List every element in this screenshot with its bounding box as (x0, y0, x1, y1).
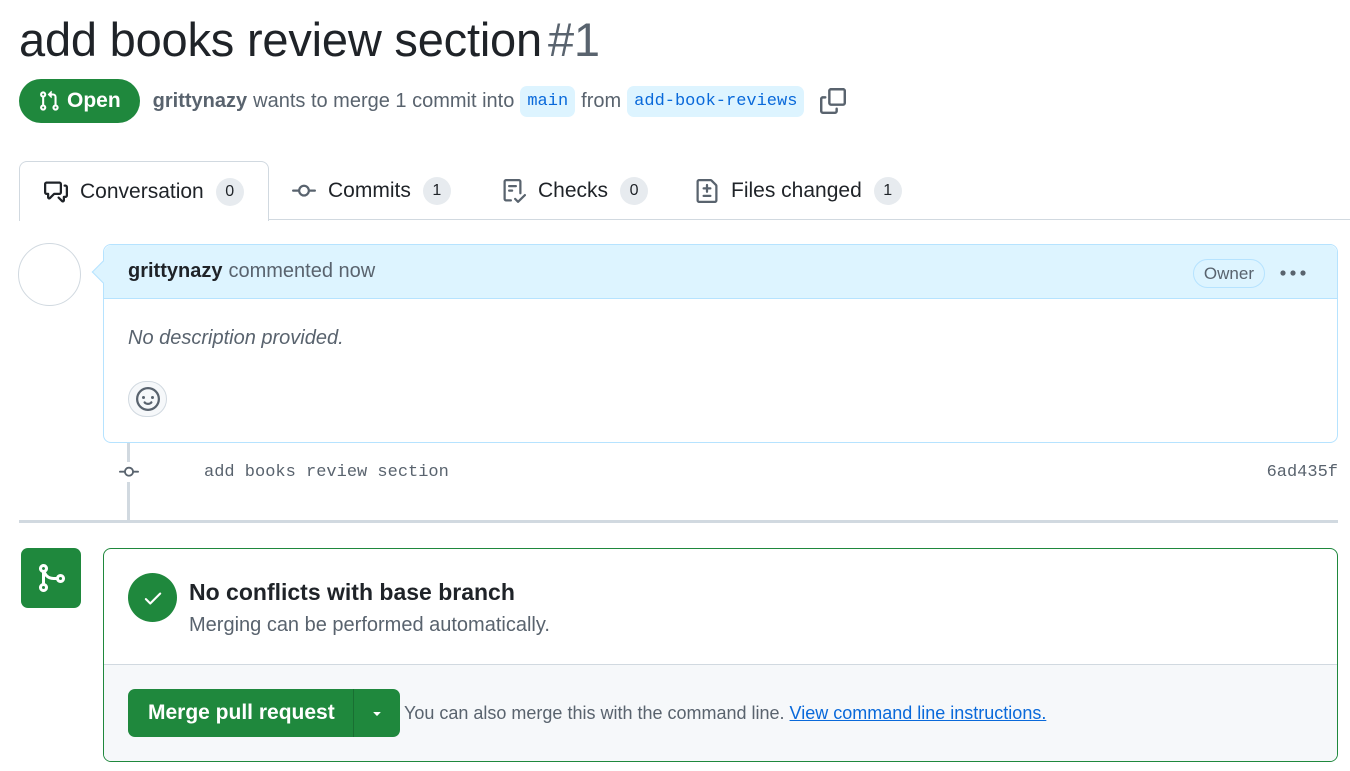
merge-box: No conflicts with base branch Merging ca… (103, 548, 1338, 762)
pr-merge-text: wants to merge 1 commit into (253, 89, 515, 112)
tab-label: Checks (538, 178, 609, 202)
tab-label: Commits (328, 178, 411, 202)
timeline-separator (19, 520, 1338, 523)
pr-state-label: Open (67, 89, 121, 112)
merge-hint: You can also merge this with the command… (404, 703, 1046, 724)
comment-timestamp: commented now (228, 260, 376, 282)
tab-label: Conversation (80, 179, 204, 203)
command-line-instructions-link[interactable]: View command line instructions. (790, 703, 1047, 723)
pr-title-text: add books review section (19, 13, 542, 66)
pr-number: #1 (547, 13, 600, 66)
tab-checks[interactable]: Checks 0 (502, 161, 649, 220)
tab-files-changed[interactable]: Files changed 1 (695, 161, 902, 220)
pr-meta: Open grittynazy wants to merge 1 commit … (19, 79, 847, 123)
commit-sha-link[interactable]: 6ad435f (1267, 463, 1338, 482)
merge-status-subtitle: Merging can be performed automatically. (189, 614, 550, 636)
merge-status: No conflicts with base branch Merging ca… (104, 549, 1337, 665)
merge-pull-request-button[interactable]: Merge pull request (128, 689, 354, 737)
tab-label: Files changed (731, 178, 862, 202)
owner-badge: Owner (1192, 259, 1265, 288)
check-icon (128, 573, 177, 622)
git-pull-request-icon (40, 90, 59, 111)
merge-actions: Merge pull request You can also merge th… (104, 665, 1337, 761)
pr-state-badge: Open (19, 79, 140, 123)
tab-counter: 1 (422, 176, 451, 205)
comment-header: grittynazy commented now Owner (104, 245, 1337, 299)
pr-author-link[interactable]: grittynazy (153, 90, 247, 113)
add-reaction-button[interactable] (128, 381, 167, 417)
merge-options-dropdown[interactable] (353, 689, 400, 737)
merge-hint-text: You can also merge this with the command… (404, 703, 785, 723)
git-merge-icon (21, 548, 81, 608)
checklist-icon (502, 178, 526, 203)
base-branch-label[interactable]: main (520, 85, 576, 117)
merge-button-group: Merge pull request (128, 689, 400, 737)
tab-counter: 0 (215, 177, 244, 206)
tab-commits[interactable]: Commits 1 (292, 161, 451, 220)
pr-title: add books review section #1 (19, 12, 600, 67)
merge-status-title: No conflicts with base branch (189, 579, 515, 605)
pr-from-text: from (581, 89, 622, 112)
comment-box: grittynazy commented now Owner No descri… (91, 244, 1338, 443)
file-diff-icon (695, 178, 719, 203)
avatar[interactable] (18, 243, 81, 306)
smiley-icon (135, 387, 160, 411)
timeline-line (127, 443, 130, 521)
head-branch-label[interactable]: add-book-reviews (627, 85, 805, 117)
comment-discussion-icon (44, 180, 68, 204)
pr-tabs: Conversation 0 Commits 1 Checks 0 Files … (19, 161, 1350, 221)
tab-counter: 0 (620, 176, 649, 205)
commit-message-link[interactable]: add books review section (204, 463, 449, 482)
comment-author-link[interactable]: grittynazy (128, 260, 222, 283)
git-commit-icon (292, 179, 316, 203)
tab-counter: 1 (873, 176, 902, 205)
kebab-menu-icon[interactable] (1279, 263, 1307, 283)
triangle-down-icon (373, 712, 381, 716)
git-commit-icon (116, 462, 142, 482)
copy-icon[interactable] (820, 88, 847, 114)
comment-body: No description provided. (128, 327, 344, 349)
tab-conversation[interactable]: Conversation 0 (19, 161, 269, 221)
